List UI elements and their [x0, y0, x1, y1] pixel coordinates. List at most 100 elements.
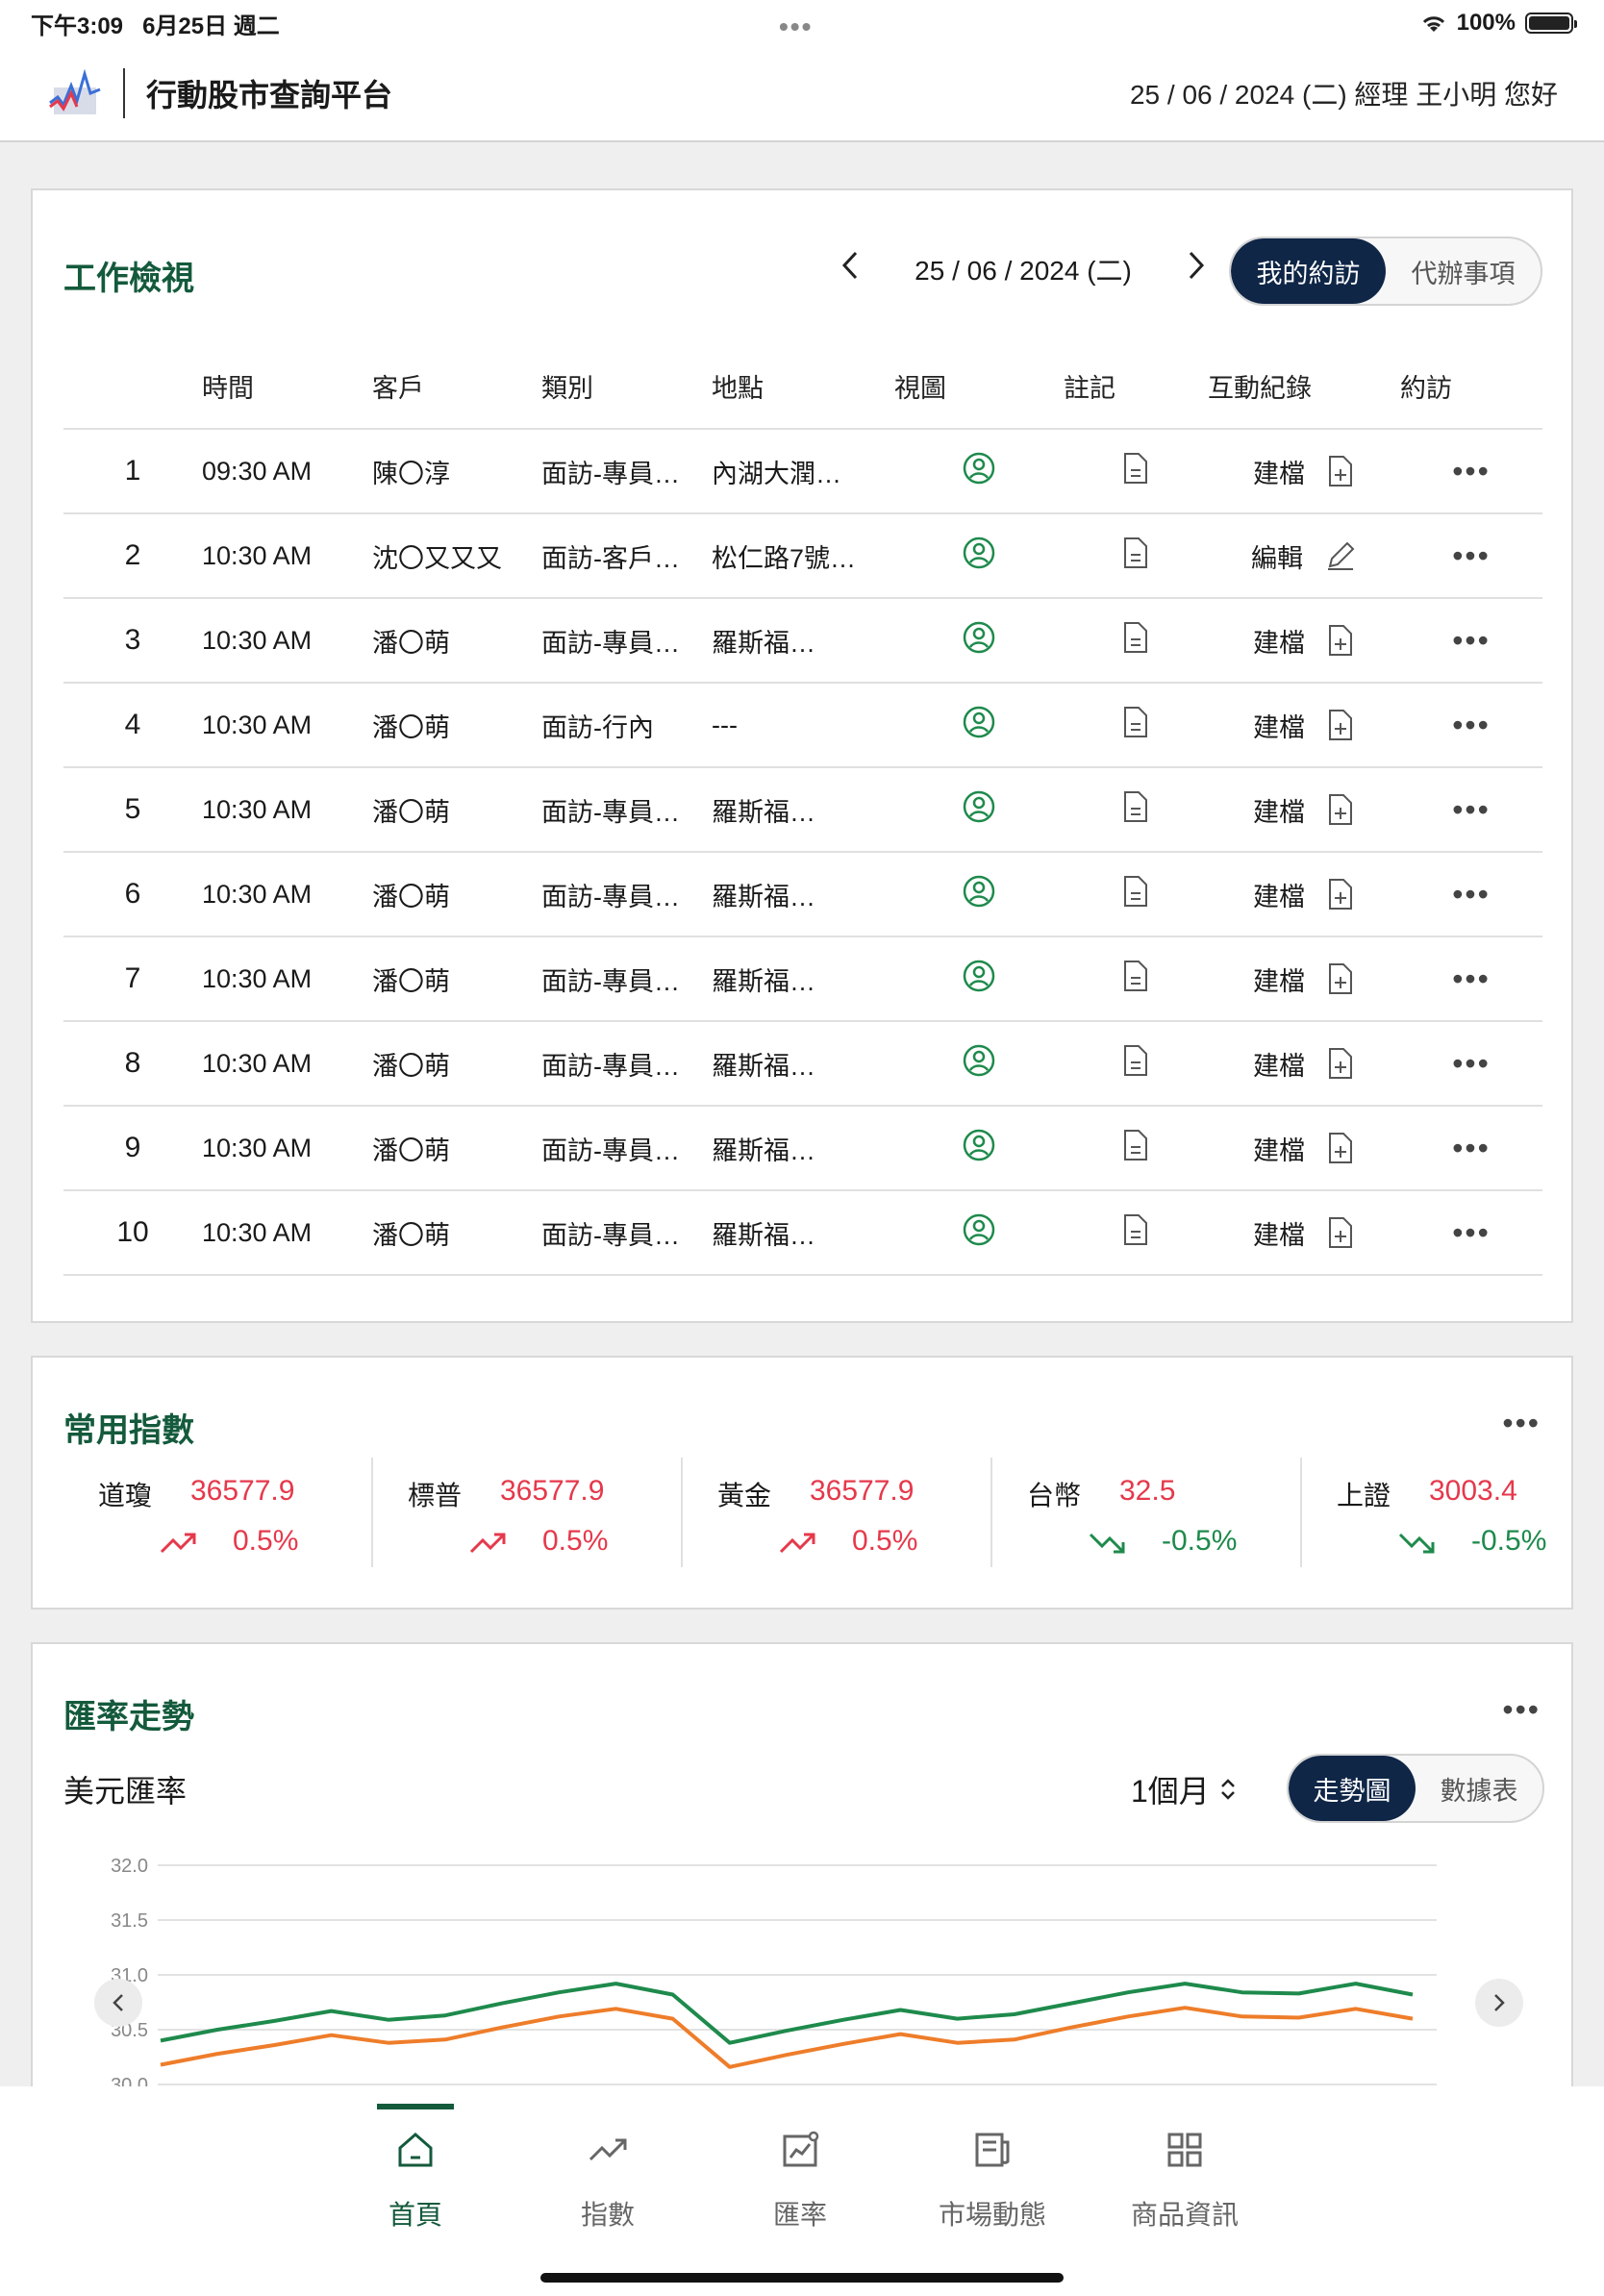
view-profile-button[interactable]	[894, 1190, 1064, 1276]
chart-prev-button[interactable]	[94, 1979, 142, 2027]
interaction-log-button[interactable]: 建檔	[1208, 1021, 1400, 1107]
index-trend	[158, 1529, 200, 1562]
row-type: 面訪-客戶…	[541, 513, 712, 599]
home-indicator[interactable]	[540, 2273, 1064, 2283]
index-tile[interactable]: 道瓊 36577.9 0.5%	[63, 1458, 373, 1567]
view-profile-button[interactable]	[894, 598, 1064, 684]
table-row[interactable]: 4 10:30 AM 潘〇萌 面訪-行內 --- 建檔 •••	[63, 683, 1542, 768]
row-index: 5	[63, 767, 202, 853]
row-client: 潘〇萌	[372, 598, 541, 684]
multitask-dots-icon[interactable]: •••	[779, 12, 813, 42]
view-profile-button[interactable]	[894, 429, 1064, 514]
index-tile[interactable]: 標普 36577.9 0.5%	[373, 1458, 683, 1567]
interaction-log-button[interactable]: 建檔	[1208, 598, 1400, 684]
view-profile-button[interactable]	[894, 936, 1064, 1022]
tab-todo-items[interactable]: 代辦事項	[1386, 238, 1541, 304]
row-index: 8	[63, 1021, 202, 1107]
note-button[interactable]	[1064, 1021, 1208, 1107]
row-location-text: 羅斯福…	[712, 882, 815, 911]
view-profile-button[interactable]	[894, 513, 1064, 599]
note-button[interactable]	[1064, 767, 1208, 853]
user-circle-icon	[963, 1213, 995, 1245]
index-value: 3003.4	[1429, 1475, 1517, 1507]
row-time: 10:30 AM	[202, 767, 372, 853]
interaction-log-button[interactable]: 建檔	[1208, 683, 1400, 768]
note-button[interactable]	[1064, 683, 1208, 768]
index-value: 36577.9	[500, 1475, 605, 1507]
prev-date-button[interactable]	[821, 249, 879, 290]
note-button[interactable]	[1064, 598, 1208, 684]
note-button[interactable]	[1064, 1190, 1208, 1276]
index-change: -0.5%	[1162, 1525, 1238, 1557]
index-tile[interactable]: 台幣 32.5 -0.5%	[992, 1458, 1302, 1567]
row-more-button[interactable]: •••	[1400, 683, 1542, 768]
table-row[interactable]: 1 09:30 AM 陳〇淳 面訪-專員… 內湖大潤… 建檔 •••	[63, 429, 1542, 514]
more-dots-icon: •••	[1452, 622, 1491, 658]
table-row[interactable]: 3 10:30 AM 潘〇萌 面訪-專員… 羅斯福… 建檔 •••	[63, 598, 1542, 684]
fx-more-button[interactable]: •••	[1502, 1692, 1541, 1728]
row-more-button[interactable]: •••	[1400, 1021, 1542, 1107]
tab-fx[interactable]: 匯率	[704, 2086, 896, 2240]
note-button[interactable]	[1064, 1106, 1208, 1191]
row-index: 7	[63, 936, 202, 1022]
row-more-button[interactable]: •••	[1400, 936, 1542, 1022]
note-button[interactable]	[1064, 852, 1208, 937]
row-more-button[interactable]: •••	[1400, 513, 1542, 599]
tab-home[interactable]: 首頁	[319, 2086, 512, 2240]
view-profile-button[interactable]	[894, 852, 1064, 937]
document-icon	[1124, 1213, 1147, 1245]
interaction-log-button[interactable]: 建檔	[1208, 852, 1400, 937]
index-trend	[467, 1529, 510, 1562]
row-client-text: 潘〇萌	[372, 882, 450, 911]
view-profile-button[interactable]	[894, 1021, 1064, 1107]
chart-next-button[interactable]	[1475, 1979, 1523, 2027]
tab-trend-chart[interactable]: 走勢圖	[1289, 1756, 1416, 1821]
table-row[interactable]: 7 10:30 AM 潘〇萌 面訪-專員… 羅斯福… 建檔 •••	[63, 936, 1542, 1022]
table-row[interactable]: 9 10:30 AM 潘〇萌 面訪-專員… 羅斯福… 建檔 •••	[63, 1106, 1542, 1191]
row-client: 沈〇又又又	[372, 513, 541, 599]
row-type: 面訪-專員…	[541, 1021, 712, 1107]
row-more-button[interactable]: •••	[1400, 1190, 1542, 1276]
view-profile-button[interactable]	[894, 683, 1064, 768]
indices-more-button[interactable]: •••	[1502, 1406, 1541, 1441]
row-more-button[interactable]: •••	[1400, 852, 1542, 937]
interaction-log-button[interactable]: 建檔	[1208, 1106, 1400, 1191]
interaction-log-button[interactable]: 建檔	[1208, 767, 1400, 853]
tab-data-table[interactable]: 數據表	[1416, 1756, 1542, 1821]
row-more-button[interactable]: •••	[1400, 767, 1542, 853]
table-row[interactable]: 5 10:30 AM 潘〇萌 面訪-專員… 羅斯福… 建檔 •••	[63, 767, 1542, 853]
table-row[interactable]: 2 10:30 AM 沈〇又又又 面訪-客戶… 松仁路7號… 編輯 •••	[63, 513, 1542, 599]
index-tile[interactable]: 上證 3003.4 -0.5%	[1302, 1458, 1573, 1567]
tab-market-news[interactable]: 市場動態	[896, 2086, 1089, 2240]
tab-fx-label: 匯率	[772, 2200, 827, 2230]
index-tile[interactable]: 黃金 36577.9 0.5%	[683, 1458, 992, 1567]
table-row[interactable]: 10 10:30 AM 潘〇萌 面訪-專員… 羅斯福… 建檔 •••	[63, 1190, 1542, 1276]
period-selector[interactable]: 1個月	[1131, 1767, 1237, 1811]
interaction-log-button[interactable]: 建檔	[1208, 1190, 1400, 1276]
note-button[interactable]	[1064, 513, 1208, 599]
column-header-type: 類別	[541, 344, 712, 430]
tab-my-appointments[interactable]: 我的約訪	[1231, 238, 1386, 304]
note-button[interactable]	[1064, 936, 1208, 1022]
interaction-log-button[interactable]: 編輯	[1208, 513, 1400, 599]
interaction-log-button[interactable]: 建檔	[1208, 936, 1400, 1022]
tab-products[interactable]: 商品資訊	[1089, 2086, 1281, 2240]
table-row[interactable]: 6 10:30 AM 潘〇萌 面訪-專員… 羅斯福… 建檔 •••	[63, 852, 1542, 937]
appointment-table: 時間 客戶 類別 地點 視圖 註記 互動紀錄 約訪 1 09:30 AM 陳〇淳 面訪…	[63, 344, 1542, 1276]
row-more-button[interactable]: •••	[1400, 429, 1542, 514]
view-profile-button[interactable]	[894, 767, 1064, 853]
file-plus-icon	[1329, 963, 1352, 994]
log-action-label: 建檔	[1253, 628, 1305, 658]
view-profile-button[interactable]	[894, 1106, 1064, 1191]
next-date-button[interactable]	[1167, 249, 1225, 290]
interaction-log-button[interactable]: 建檔	[1208, 429, 1400, 514]
row-client-text: 潘〇萌	[372, 712, 450, 742]
news-icon	[975, 2133, 1010, 2167]
row-more-button[interactable]: •••	[1400, 598, 1542, 684]
index-value: 32.5	[1119, 1475, 1176, 1507]
table-row[interactable]: 8 10:30 AM 潘〇萌 面訪-專員… 羅斯福… 建檔 •••	[63, 1021, 1542, 1107]
document-icon	[1124, 960, 1147, 991]
tab-indices[interactable]: 指數	[512, 2086, 704, 2240]
note-button[interactable]	[1064, 429, 1208, 514]
row-more-button[interactable]: •••	[1400, 1106, 1542, 1191]
